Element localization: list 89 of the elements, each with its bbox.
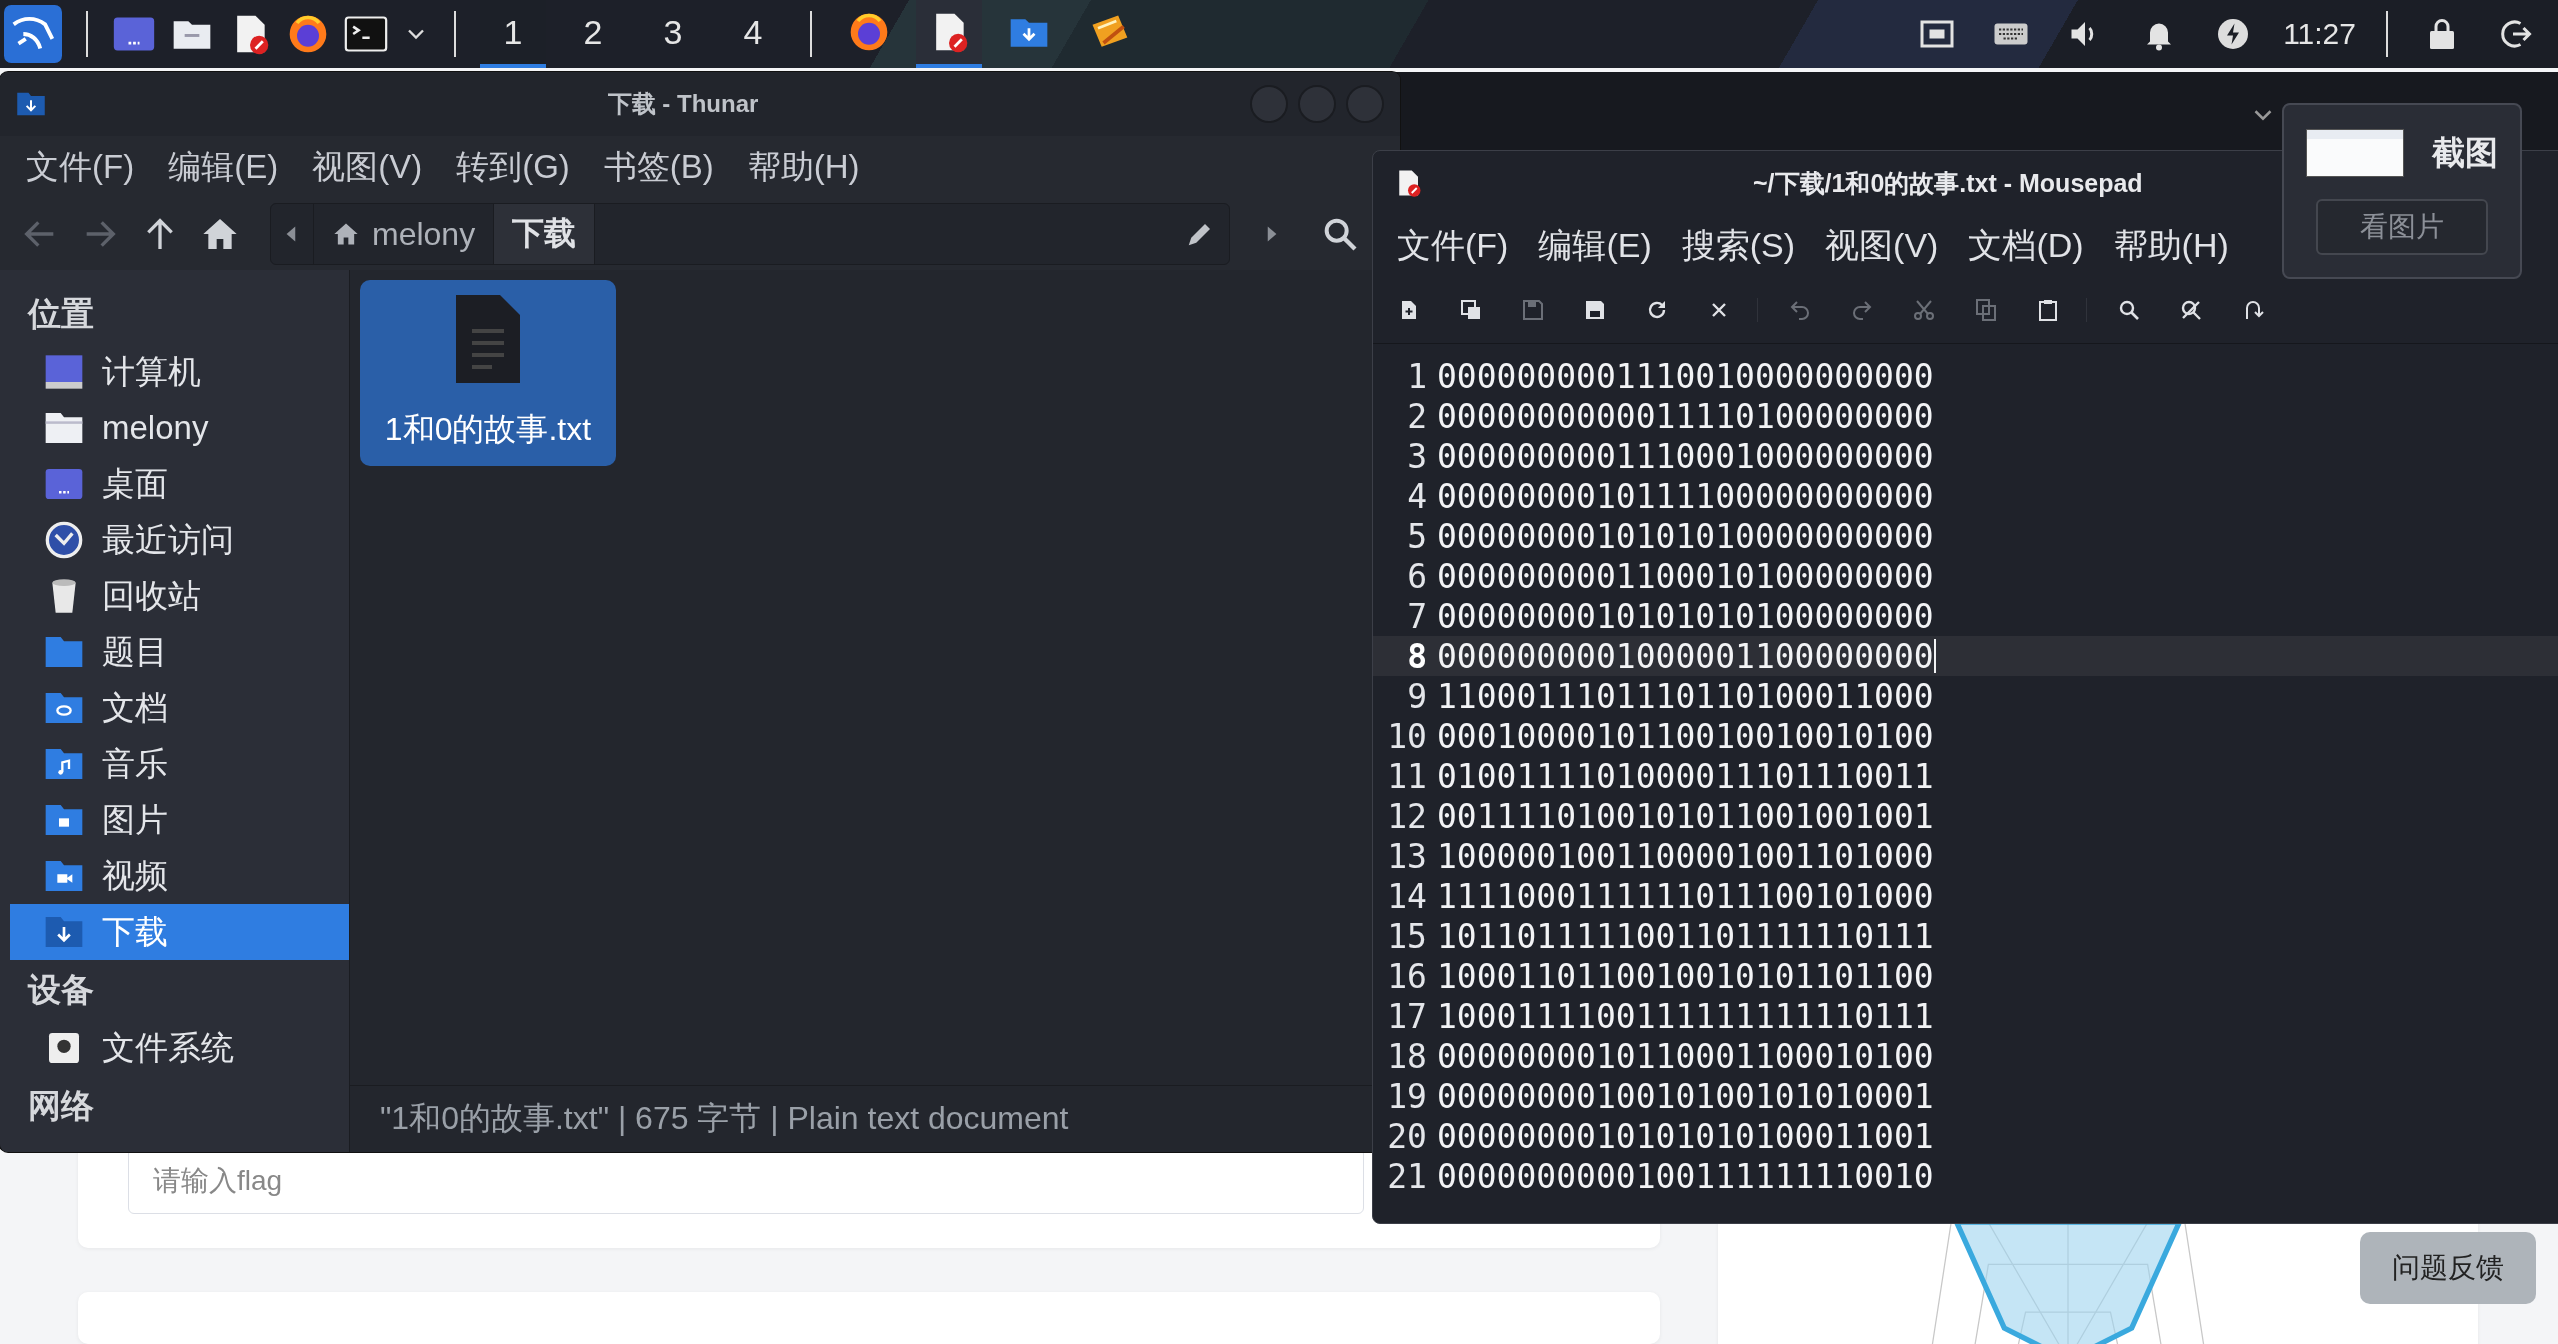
code-line: 1000111100111111111110111: [1437, 996, 1934, 1036]
code-line: 1000110110010010101101100: [1437, 956, 1934, 996]
sidebar-item[interactable]: melony: [10, 400, 349, 456]
line-number: 14: [1386, 876, 1428, 916]
line-number: 13: [1386, 836, 1428, 876]
menu-item[interactable]: 帮助(H): [747, 144, 860, 190]
line-number: 5: [1406, 516, 1428, 556]
code-line: 0000000001000001100000000: [1437, 636, 1934, 676]
menu-item[interactable]: 文件(F): [26, 144, 135, 190]
code-line: 1100011101110110100011000: [1437, 676, 1934, 716]
line-number: 16: [1386, 956, 1428, 996]
line-number: 11: [1386, 756, 1428, 796]
view-image-button[interactable]: 看图片: [2316, 199, 2488, 255]
code-line: 0000000010101010100011001: [1437, 1116, 1934, 1156]
line-number: 21: [1386, 1156, 1428, 1196]
code-line: 0000000001100010100000000: [1437, 556, 1934, 596]
new-window-icon[interactable]: [1459, 298, 1483, 322]
line-number: 10: [1386, 716, 1428, 756]
menu-item[interactable]: 书签(B): [603, 144, 714, 190]
sidebar-item[interactable]: 计算机: [10, 344, 349, 400]
code-line: 0000000010101010100000000: [1437, 596, 1934, 636]
clock: 11:27: [2283, 17, 2356, 51]
menu-item[interactable]: 转到(G): [456, 144, 570, 190]
file-item[interactable]: 1和0的故事.txt: [360, 280, 616, 466]
popup-title: 截图: [2432, 132, 2498, 173]
section-heading: 网络: [27, 1085, 95, 1126]
line-number: 8: [1406, 636, 1428, 676]
window-title: 下载 - Thunar: [606, 89, 760, 119]
line-number: 6: [1406, 556, 1428, 596]
line-number: 3: [1406, 436, 1428, 476]
monitor-icon: [44, 352, 84, 392]
code-line: 1111000111111011100101000: [1437, 876, 1934, 916]
menu-item[interactable]: 帮助(H): [2113, 223, 2229, 269]
menu-item[interactable]: 视图(V): [1825, 223, 1939, 269]
code-line: 0000000010101010000000000: [1437, 516, 1934, 556]
sidebar-item[interactable]: 题目: [10, 624, 349, 680]
line-number: 4: [1406, 476, 1428, 516]
sidebar-item[interactable]: 下载: [10, 904, 349, 960]
workspace-button[interactable]: 4: [720, 0, 786, 68]
workspace-button[interactable]: 2: [560, 0, 626, 68]
sidebar-item[interactable]: 视频: [10, 848, 349, 904]
menu-item[interactable]: 文件(F): [1397, 223, 1509, 269]
sidebar-item[interactable]: 桌面: [10, 456, 349, 512]
sidebar-item[interactable]: 文档: [10, 680, 349, 736]
code-line: 0011110100101011001001001: [1437, 796, 1934, 836]
section-heading: 位置: [26, 293, 95, 334]
path-button[interactable]: 下载: [493, 204, 596, 264]
sidebar-item[interactable]: 最近访问: [10, 512, 349, 568]
section-heading: 设备: [26, 969, 95, 1010]
sidebar-item[interactable]: 图片: [10, 792, 349, 848]
line-number: 18: [1386, 1036, 1428, 1076]
line-number: 15: [1386, 916, 1428, 956]
line-number: 1: [1406, 356, 1428, 396]
code-line: 0000000010010100101010001: [1437, 1076, 1934, 1116]
sidebar-item[interactable]: 音乐: [10, 736, 349, 792]
line-number: 20: [1386, 1116, 1428, 1156]
line-number: 2: [1406, 396, 1428, 436]
code-line: 0100111101000011101110011: [1437, 756, 1934, 796]
code-line: 0000000001110001000000000: [1437, 436, 1934, 476]
line-number: 19: [1386, 1076, 1428, 1116]
menu-item[interactable]: 文档(D): [1968, 223, 2084, 269]
sidebar-item[interactable]: 回收站: [10, 568, 349, 624]
code-line: 0000000000100111111110010: [1437, 1156, 1934, 1196]
search-replace-icon[interactable]: [2179, 298, 2203, 322]
menu-item[interactable]: 编辑(E): [1538, 223, 1652, 269]
menu-item[interactable]: 视图(V): [312, 144, 423, 190]
code-line: 0000000000011110100000000: [1437, 396, 1934, 436]
code-line: 0001000010110010010010100: [1437, 716, 1934, 756]
clipboard-icon[interactable]: [2036, 298, 2060, 322]
line-number: 7: [1406, 596, 1428, 636]
search-icon[interactable]: [2117, 298, 2141, 322]
menu-item[interactable]: 编辑(E): [168, 144, 279, 190]
code-line: 1000001001100001001101000: [1437, 836, 1934, 876]
code-line: 0000000001110010000000000: [1437, 356, 1934, 396]
feedback-button[interactable]: 问题反馈: [2360, 1232, 2536, 1304]
app-menu-icon[interactable]: [4, 5, 62, 63]
code-line: 0000000010110001100010100: [1437, 1036, 1934, 1076]
line-number: 12: [1386, 796, 1428, 836]
window-title: ~/下载/1和0的故事.txt - Mousepad: [1753, 167, 2143, 199]
clock-icon: [44, 520, 84, 560]
workspace-button[interactable]: 3: [640, 0, 706, 68]
line-number: 9: [1406, 676, 1428, 716]
line-number: 17: [1386, 996, 1428, 1036]
menu-item[interactable]: 搜索(S): [1681, 223, 1796, 269]
sidebar-item[interactable]: 文件系统: [10, 1020, 349, 1076]
code-line: 0000000010111100000000000: [1437, 476, 1934, 516]
taskbar-button[interactable]: [916, 0, 982, 68]
text-cursor: [1933, 639, 1936, 673]
code-line: 1011011111001101111110111: [1437, 916, 1934, 956]
